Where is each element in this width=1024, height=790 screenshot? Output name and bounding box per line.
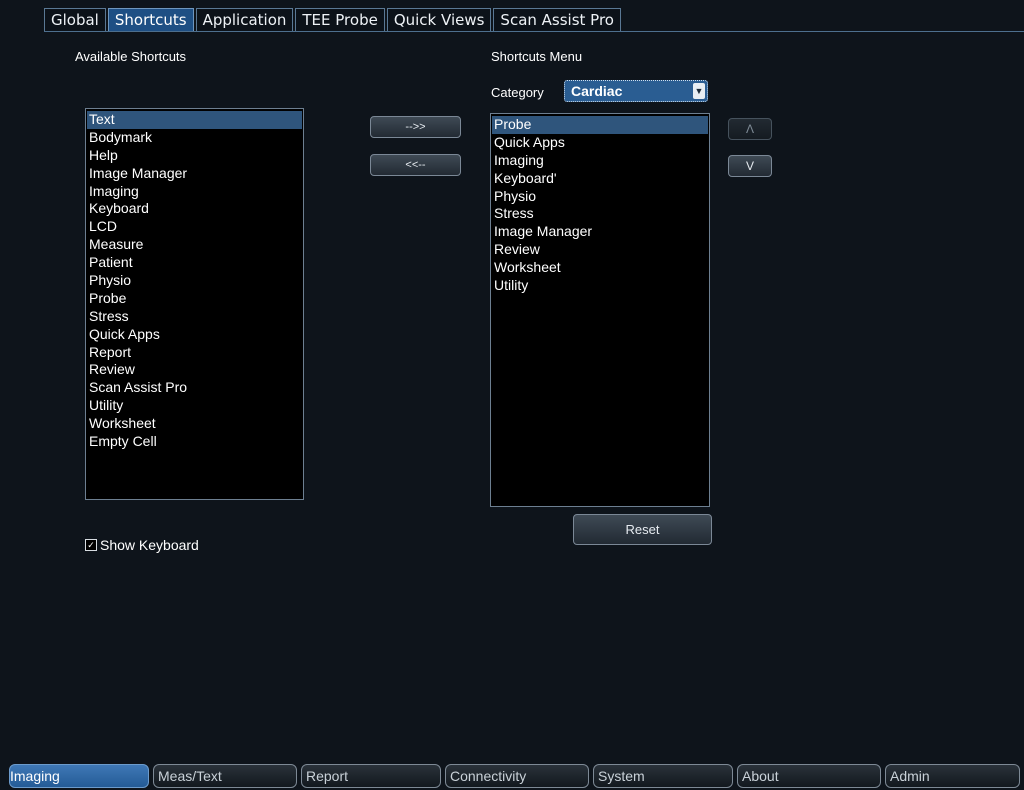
category-value: Cardiac bbox=[571, 83, 623, 99]
show-keyboard-label: Show Keyboard bbox=[100, 537, 199, 553]
list-item[interactable]: Patient bbox=[87, 254, 302, 272]
available-shortcuts-list[interactable]: Text Bodymark Help Image Manager Imaging Keyb… bbox=[85, 108, 304, 500]
list-item[interactable]: Stress bbox=[492, 205, 708, 223]
settings-tab-bar: Global Shortcuts Application TEE Probe Q… bbox=[44, 8, 623, 32]
move-down-button[interactable]: V bbox=[728, 155, 772, 177]
shortcuts-menu-title: Shortcuts Menu bbox=[491, 49, 583, 64]
bottom-tab-imaging[interactable]: Imaging bbox=[9, 764, 149, 788]
list-item[interactable]: Report bbox=[87, 344, 302, 362]
checkbox-check-icon[interactable]: ✓ bbox=[85, 539, 97, 551]
list-item[interactable]: Keyboard bbox=[87, 200, 302, 218]
remove-shortcut-label: <<-- bbox=[405, 159, 426, 171]
bottom-tab-system[interactable]: System bbox=[593, 764, 733, 788]
list-item[interactable]: Worksheet bbox=[492, 259, 708, 277]
list-item[interactable]: Worksheet bbox=[87, 415, 302, 433]
list-item[interactable]: Image Manager bbox=[87, 165, 302, 183]
list-item[interactable]: Imaging bbox=[492, 152, 708, 170]
list-item[interactable]: Image Manager bbox=[492, 223, 708, 241]
list-item[interactable]: Review bbox=[492, 241, 708, 259]
list-item[interactable]: Probe bbox=[87, 290, 302, 308]
reset-label: Reset bbox=[625, 522, 660, 537]
list-item[interactable]: Imaging bbox=[87, 183, 302, 201]
list-item[interactable]: Empty Cell bbox=[87, 433, 302, 451]
move-up-label: Λ bbox=[745, 122, 754, 136]
list-item[interactable]: Stress bbox=[87, 308, 302, 326]
list-item[interactable]: Scan Assist Pro bbox=[87, 379, 302, 397]
tab-shortcuts[interactable]: Shortcuts bbox=[107, 8, 194, 31]
list-item[interactable]: Quick Apps bbox=[492, 134, 708, 152]
move-up-button[interactable]: Λ bbox=[728, 118, 772, 140]
list-item[interactable]: Keyboard' bbox=[492, 170, 708, 188]
list-item[interactable]: Review bbox=[87, 361, 302, 379]
category-select[interactable]: Cardiac ▼ bbox=[564, 80, 708, 102]
list-item[interactable]: Bodymark bbox=[87, 129, 302, 147]
add-shortcut-label: -->> bbox=[405, 121, 426, 133]
bottom-tab-admin[interactable]: Admin bbox=[885, 764, 1020, 788]
list-item[interactable]: LCD bbox=[87, 218, 302, 236]
tab-scan-assist-pro[interactable]: Scan Assist Pro bbox=[493, 8, 621, 31]
bottom-tab-connectivity[interactable]: Connectivity bbox=[445, 764, 589, 788]
move-down-label: V bbox=[745, 159, 754, 173]
shortcuts-menu-list[interactable]: Probe Quick Apps Imaging Keyboard' Physio Str… bbox=[490, 113, 710, 507]
bottom-tab-bar: Imaging Meas/Text Report Connectivity Sy… bbox=[0, 764, 1024, 790]
tab-quick-views[interactable]: Quick Views bbox=[386, 8, 492, 31]
list-item[interactable]: Physio bbox=[492, 188, 708, 206]
list-item[interactable]: Measure bbox=[87, 236, 302, 254]
tab-tee-probe[interactable]: TEE Probe bbox=[295, 8, 385, 31]
list-item[interactable]: Utility bbox=[492, 277, 708, 295]
reset-button[interactable]: Reset bbox=[573, 514, 712, 545]
bottom-tab-meas-text[interactable]: Meas/Text bbox=[153, 764, 297, 788]
dropdown-arrow-icon[interactable]: ▼ bbox=[693, 83, 705, 99]
tab-underline bbox=[44, 31, 1024, 32]
category-label: Category bbox=[491, 85, 544, 100]
list-item[interactable]: Help bbox=[87, 147, 302, 165]
list-item[interactable]: Probe bbox=[492, 116, 708, 134]
available-shortcuts-title: Available Shortcuts bbox=[75, 49, 187, 64]
list-item[interactable]: Quick Apps bbox=[87, 326, 302, 344]
bottom-tab-about[interactable]: About bbox=[737, 764, 881, 788]
add-shortcut-button[interactable]: -->> bbox=[370, 116, 461, 138]
tab-application[interactable]: Application bbox=[195, 8, 294, 31]
bottom-tab-report[interactable]: Report bbox=[301, 764, 441, 788]
tab-global[interactable]: Global bbox=[44, 8, 106, 31]
remove-shortcut-button[interactable]: <<-- bbox=[370, 154, 461, 176]
list-item[interactable]: Physio bbox=[87, 272, 302, 290]
show-keyboard-checkbox[interactable]: ✓ Show Keyboard bbox=[85, 537, 199, 553]
list-item[interactable]: Text bbox=[87, 111, 302, 129]
list-item[interactable]: Utility bbox=[87, 397, 302, 415]
